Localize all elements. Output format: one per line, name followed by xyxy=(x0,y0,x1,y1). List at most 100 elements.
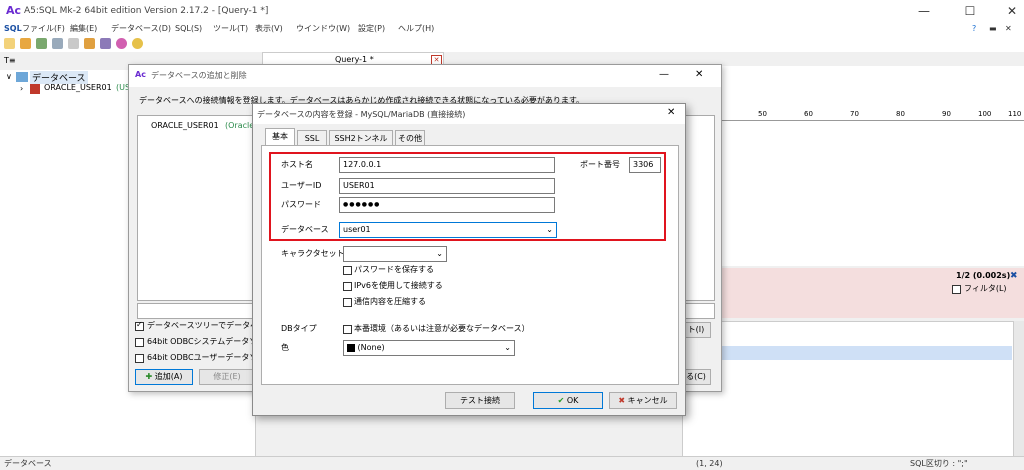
new-icon[interactable] xyxy=(4,38,15,49)
tree-child-label[interactable]: ORACLE_USER01 xyxy=(44,83,112,92)
db-register-dialog: データベースの内容を登録 - MySQL/MariaDB (直接接続) ✕ 基本… xyxy=(252,103,686,416)
database-label: データベース xyxy=(281,225,329,234)
open-icon[interactable] xyxy=(20,38,31,49)
cancel-button[interactable]: ✖ キャンセル xyxy=(609,392,677,409)
color-label: 色 xyxy=(281,343,289,352)
run-icon[interactable] xyxy=(116,38,127,49)
compress-checkbox[interactable] xyxy=(343,298,352,307)
mdi-close-icon[interactable]: ✕ xyxy=(1005,22,1012,36)
window-title: A5:SQL Mk-2 64bit edition Version 2.17.2… xyxy=(24,6,269,16)
plus-icon: ✚ xyxy=(145,372,153,381)
table-icon[interactable] xyxy=(68,38,79,49)
collapse-icon[interactable]: › xyxy=(20,84,23,93)
expand-icon[interactable]: ∨ xyxy=(6,72,12,81)
status-position: (1, 24) xyxy=(696,459,723,468)
ipv6-checkbox[interactable] xyxy=(343,282,352,291)
menu-settings[interactable]: 設定(P) xyxy=(358,22,385,36)
db-icon[interactable] xyxy=(52,38,63,49)
clock-icon[interactable] xyxy=(132,38,143,49)
result-grid[interactable] xyxy=(682,321,1014,458)
tree-filter-icon[interactable]: T≡ xyxy=(4,56,16,65)
test-connection-button[interactable]: テスト接続 xyxy=(445,392,515,409)
bg-checkbox-1-label: データベースツリーでデータベー xyxy=(147,321,267,330)
menu-view[interactable]: 表示(V) xyxy=(255,22,283,36)
status-separator: SQL区切り : ";" xyxy=(910,459,968,468)
charset-label: キャラクタセット xyxy=(281,249,345,258)
password-input[interactable]: ●●●●●● xyxy=(339,197,555,213)
folder-icon[interactable] xyxy=(84,38,95,49)
password-label: パスワード xyxy=(281,200,321,209)
bg-checkbox-2[interactable] xyxy=(135,338,144,347)
ruler: 40 50 60 70 80 90 100 110 xyxy=(712,110,1024,121)
menu-window[interactable]: ウインドウ(W) xyxy=(296,22,350,36)
menu-help[interactable]: ヘルプ(H) xyxy=(398,22,434,36)
database-value: user01 xyxy=(343,225,371,234)
chevron-down-icon[interactable]: ⌄ xyxy=(546,223,553,237)
status-bar: データベース (1, 24) SQL区切り : ";" xyxy=(0,456,1024,470)
host-input[interactable]: 127.0.0.1 xyxy=(339,157,555,173)
ipv6-label: IPv6を使用して接続する xyxy=(354,281,443,290)
menu-sql-icon[interactable]: SQL xyxy=(4,22,22,36)
ok-button[interactable]: ✔ OK xyxy=(533,392,603,409)
bg-close-icon[interactable]: ✕ xyxy=(695,69,703,80)
production-checkbox[interactable] xyxy=(343,325,352,334)
add-button[interactable]: ✚ 追加(A) xyxy=(135,369,193,385)
color-value: (None) xyxy=(357,343,385,352)
user-label: ユーザーID xyxy=(281,181,322,190)
status-left: データベース xyxy=(4,459,52,468)
dbtype-label: DBタイプ xyxy=(281,324,317,333)
color-select[interactable]: (None) ⌄ xyxy=(343,340,515,356)
restore-icon[interactable]: ▬ xyxy=(989,22,997,36)
bg-checkbox-1[interactable]: ✓ xyxy=(135,320,144,331)
result-count: 1/2 (0.002s) xyxy=(956,271,1011,280)
menu-bar: SQL ファイル(F) 編集(E) データベース(D) SQL(S) ツール(T… xyxy=(0,22,1024,36)
menu-sql[interactable]: SQL(S) xyxy=(175,22,202,36)
toolbar xyxy=(0,36,1024,52)
app-logo-icon: Ac xyxy=(6,4,22,17)
check-icon: ✔ xyxy=(557,396,565,405)
bg-minimize-icon[interactable]: — xyxy=(659,69,669,80)
result-close-icon[interactable]: ✖ xyxy=(1010,271,1018,281)
save-icon[interactable] xyxy=(36,38,47,49)
port-input[interactable]: 3306 xyxy=(629,157,661,173)
user-input[interactable]: USER01 xyxy=(339,178,555,194)
menu-file[interactable]: ファイル(F) xyxy=(22,22,65,36)
fg-close-icon[interactable]: ✕ xyxy=(667,107,675,118)
color-swatch-icon xyxy=(347,343,355,352)
minimize-icon[interactable]: — xyxy=(904,2,944,20)
port-label: ポート番号 xyxy=(580,160,620,169)
db-list-item-suffix: (Oracle xyxy=(225,121,255,130)
tab-ssl[interactable]: SSL xyxy=(297,130,327,145)
title-bar: Ac A5:SQL Mk-2 64bit edition Version 2.1… xyxy=(0,0,1024,22)
tab-basic[interactable]: 基本 xyxy=(265,128,295,145)
oracle-icon xyxy=(30,84,40,94)
charset-select[interactable]: ⌄ xyxy=(343,246,447,262)
charset-chevron-icon[interactable]: ⌄ xyxy=(436,247,443,261)
scrollbar[interactable] xyxy=(1014,321,1024,456)
production-label: 本番環境（あるいは注意が必要なデータベース） xyxy=(354,324,530,333)
color-chevron-icon[interactable]: ⌄ xyxy=(504,341,511,355)
maximize-icon[interactable]: ☐ xyxy=(950,2,990,20)
query-icon[interactable] xyxy=(100,38,111,49)
menu-edit[interactable]: 編集(E) xyxy=(70,22,97,36)
database-combo[interactable]: user01 ⌄ xyxy=(339,222,557,238)
close-icon[interactable]: ✕ xyxy=(992,2,1024,20)
compress-label: 通信内容を圧縮する xyxy=(354,297,426,306)
db-list-item[interactable]: ORACLE_USER01 xyxy=(151,121,219,130)
edit-button[interactable]: 修正(E) xyxy=(199,369,255,385)
bg-dialog-title: データベースの追加と削除 xyxy=(151,71,247,80)
bg-checkbox-3-label: 64bit ODBCユーザーデータソー xyxy=(147,353,266,362)
save-password-label: パスワードを保存する xyxy=(354,265,434,274)
result-row-selected[interactable] xyxy=(682,346,1012,360)
menu-database[interactable]: データベース(D) xyxy=(111,22,171,36)
save-password-checkbox[interactable] xyxy=(343,266,352,275)
bg-checkbox-3[interactable] xyxy=(135,354,144,363)
tab-other[interactable]: その他 xyxy=(395,130,425,145)
fg-dialog-title: データベースの内容を登録 - MySQL/MariaDB (直接接続) xyxy=(257,110,466,119)
filter-checkbox[interactable] xyxy=(952,285,961,294)
menu-tools[interactable]: ツール(T) xyxy=(213,22,248,36)
x-icon: ✖ xyxy=(618,396,626,405)
filter-label: フィルタ(L) xyxy=(964,284,1007,293)
tab-ssh2[interactable]: SSH2トンネル xyxy=(329,130,393,145)
help-icon[interactable]: ? xyxy=(972,22,976,36)
